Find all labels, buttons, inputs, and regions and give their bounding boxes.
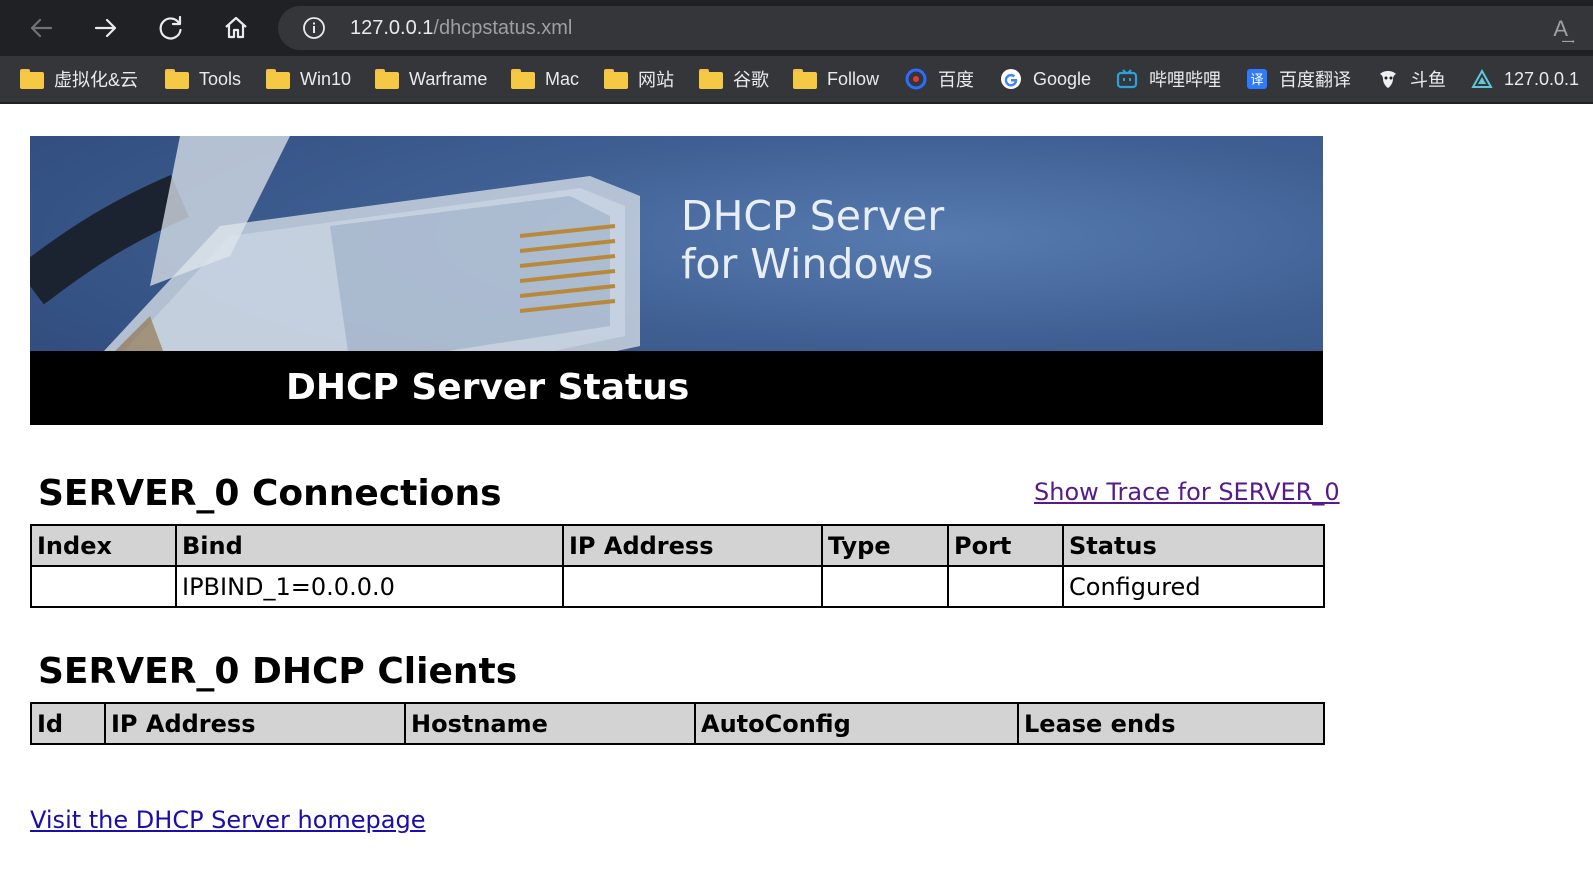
bookmark-item[interactable]: Google <box>999 56 1091 102</box>
clients-title: SERVER_0 DHCP Clients <box>38 651 518 692</box>
connections-title: SERVER_0 Connections <box>38 473 502 514</box>
bookmark-label: Mac <box>545 68 580 89</box>
baidu-icon <box>904 68 928 90</box>
bookmark-label: 谷歌 <box>733 70 769 90</box>
translate-icon: 译 <box>1245 68 1269 90</box>
bookmark-label: 百度翻译 <box>1279 70 1351 90</box>
bookmark-label: 斗鱼 <box>1410 70 1446 90</box>
url-text[interactable]: 127.0.0.1/dhcpstatus.xml <box>350 16 572 40</box>
forward-button[interactable] <box>84 8 128 48</box>
bookmarks-bar: 虚拟化&云 Tools Win10 Warframe Mac 网站 谷歌 Fol… <box>0 56 1593 104</box>
column-header-bind: Bind <box>175 524 564 567</box>
dhcp-banner: DHCP Server for Windows DHCP Server Stat… <box>30 136 1323 425</box>
douyu-icon <box>1376 68 1400 90</box>
bookmark-item[interactable]: Warframe <box>375 56 487 102</box>
column-header-port: Port <box>947 524 1064 567</box>
cell-type <box>821 565 949 608</box>
homepage-link[interactable]: Visit the DHCP Server homepage <box>30 806 425 834</box>
bookmark-label: Google <box>1033 68 1092 89</box>
clients-table: Id IP Address Hostname AutoConfig Lease … <box>30 702 1325 745</box>
bookmark-label: Follow <box>827 68 880 89</box>
folder-icon <box>375 68 399 90</box>
bookmark-item[interactable]: 谷歌 <box>699 56 769 102</box>
cell-index <box>30 565 177 608</box>
google-icon <box>999 68 1023 90</box>
folder-icon <box>793 68 817 90</box>
folder-icon <box>266 68 290 90</box>
site-info-icon[interactable] <box>302 16 326 40</box>
banner-title-line1: DHCP Server <box>681 192 945 240</box>
triangle-icon <box>1470 68 1494 90</box>
cell-port <box>947 565 1064 608</box>
bookmark-item[interactable]: 哔哩哔哩 <box>1115 56 1221 102</box>
column-header-status: Status <box>1062 524 1325 567</box>
browser-toolbar: 127.0.0.1/dhcpstatus.xml A͢ <box>0 0 1593 56</box>
column-header-autoconfig: AutoConfig <box>694 702 1019 745</box>
show-trace-link[interactable]: Show Trace for SERVER_0 <box>1034 478 1340 506</box>
bookmark-item[interactable]: 127.0.0.1 <box>1470 56 1579 102</box>
home-icon <box>225 16 247 39</box>
reload-button[interactable] <box>149 8 193 48</box>
cell-ip-address <box>562 565 823 608</box>
bookmark-item[interactable]: 译 百度翻译 <box>1245 56 1351 102</box>
back-button[interactable] <box>19 8 63 48</box>
bookmark-item[interactable]: Win10 <box>266 56 351 102</box>
bookmark-item[interactable]: 百度 <box>904 56 974 102</box>
table-header-row: Id IP Address Hostname AutoConfig Lease … <box>30 702 1325 745</box>
column-header-ip-address: IP Address <box>562 524 823 567</box>
bookmark-label: 网站 <box>638 70 674 90</box>
table-row: IPBIND_1=0.0.0.0 Configured <box>30 565 1325 608</box>
address-bar[interactable]: 127.0.0.1/dhcpstatus.xml A͢ <box>278 6 1593 50</box>
forward-arrow-icon <box>94 18 117 38</box>
bookmark-label: Warframe <box>409 68 488 89</box>
bookmark-label: Tools <box>199 68 242 89</box>
bookmark-item[interactable]: Tools <box>165 56 241 102</box>
bookmark-item[interactable]: 网站 <box>604 56 674 102</box>
cell-status: Configured <box>1062 565 1325 608</box>
back-arrow-icon <box>30 18 53 38</box>
bookmark-item[interactable]: Mac <box>511 56 579 102</box>
home-button[interactable] <box>214 8 258 48</box>
read-aloud-icon[interactable]: A͢ <box>1553 16 1568 42</box>
column-header-hostname: Hostname <box>404 702 696 745</box>
url-host: 127.0.0.1 <box>350 17 434 39</box>
folder-icon <box>20 68 44 90</box>
bookmark-label: 虚拟化&云 <box>54 70 139 90</box>
column-header-ip-address: IP Address <box>104 702 406 745</box>
bookmark-label: Win10 <box>300 68 352 89</box>
column-header-id: Id <box>30 702 106 745</box>
url-path: /dhcpstatus.xml <box>433 17 573 39</box>
bilibili-icon <box>1115 68 1139 90</box>
bookmark-label: 哔哩哔哩 <box>1149 70 1221 90</box>
bookmark-item[interactable]: 斗鱼 <box>1376 56 1446 102</box>
banner-title-line2: for Windows <box>681 240 934 288</box>
bookmark-label: 127.0.0.1 <box>1504 68 1580 89</box>
column-header-type: Type <box>821 524 949 567</box>
bookmark-item[interactable]: Follow <box>793 56 879 102</box>
reload-icon <box>159 15 182 40</box>
connections-table: Index Bind IP Address Type Port Status I… <box>30 524 1325 608</box>
folder-icon <box>165 68 189 90</box>
table-header-row: Index Bind IP Address Type Port Status <box>30 524 1325 567</box>
svg-text:译: 译 <box>1250 73 1263 88</box>
folder-icon <box>604 68 628 90</box>
column-header-index: Index <box>30 524 177 567</box>
page-title: DHCP Server Status <box>286 367 690 408</box>
bookmark-label: 百度 <box>938 70 974 90</box>
folder-icon <box>699 68 723 90</box>
folder-icon <box>511 68 535 90</box>
banner-title: DHCP Server for Windows <box>681 192 944 288</box>
cell-bind: IPBIND_1=0.0.0.0 <box>175 565 564 608</box>
bookmark-item[interactable]: 虚拟化&云 <box>20 56 138 102</box>
column-header-lease-ends: Lease ends <box>1017 702 1325 745</box>
